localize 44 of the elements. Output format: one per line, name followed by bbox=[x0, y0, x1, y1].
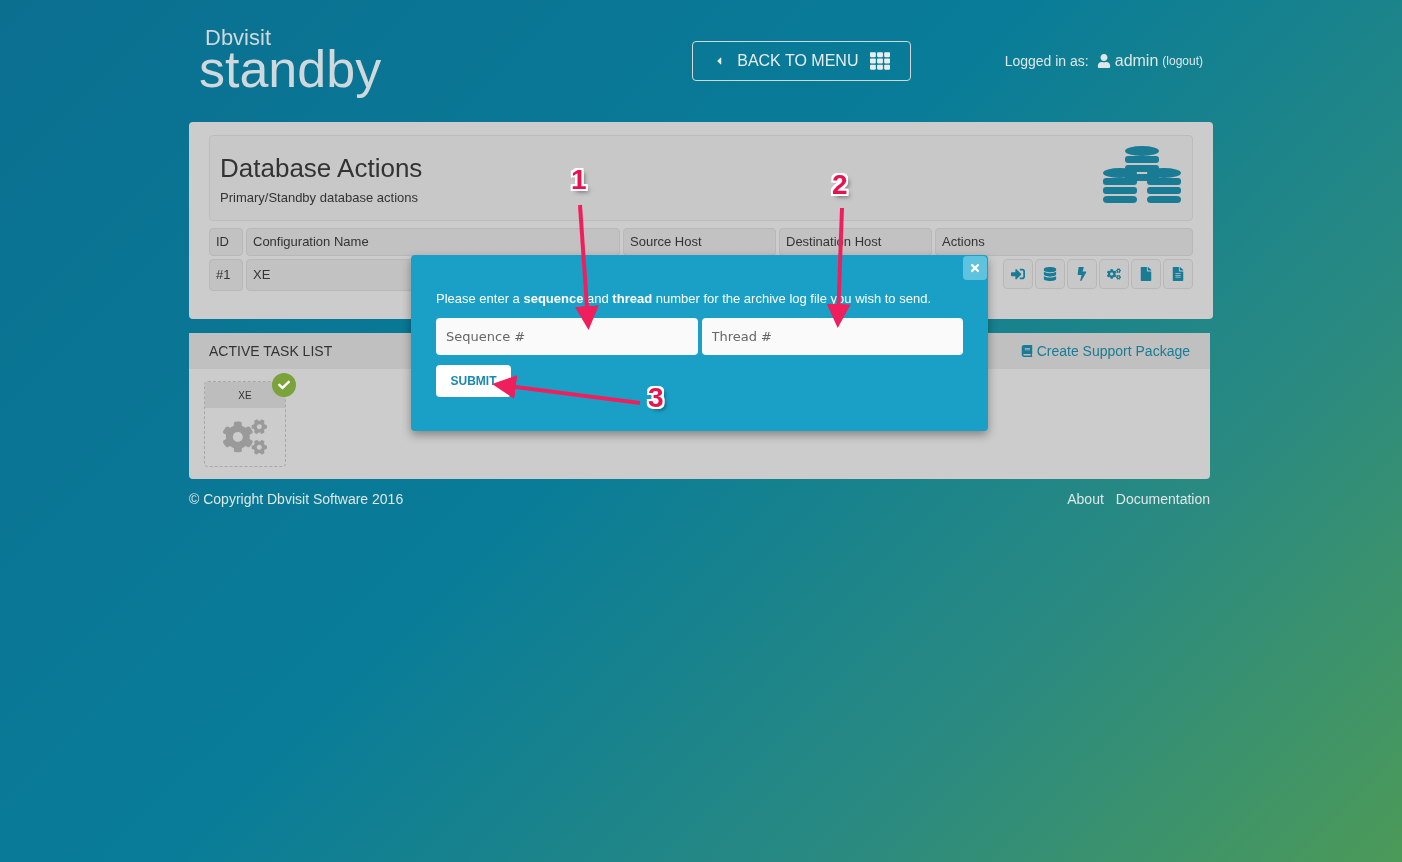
cogs-icon bbox=[1107, 267, 1121, 281]
bolt-icon bbox=[1075, 267, 1089, 281]
check-icon bbox=[278, 379, 290, 391]
column-header: Source Host bbox=[623, 228, 776, 256]
action-button[interactable] bbox=[1163, 259, 1193, 289]
copyright-text: © Copyright Dbvisit Software 2016 bbox=[189, 490, 404, 509]
file-icon bbox=[1139, 267, 1153, 281]
column-header: ID bbox=[209, 228, 243, 256]
footer-link[interactable]: Documentation bbox=[1115, 489, 1210, 510]
task-link[interactable]: Create Support Package bbox=[1020, 340, 1190, 362]
logo-small-text: Dbvisit bbox=[205, 27, 271, 49]
table-cell: #1 bbox=[209, 259, 243, 291]
logout-link[interactable]: (logout) bbox=[1162, 52, 1203, 70]
close-button[interactable] bbox=[963, 256, 987, 280]
close-icon bbox=[969, 262, 981, 274]
task-list-title: ACTIVE TASK LIST bbox=[209, 341, 333, 361]
action-button[interactable] bbox=[1099, 259, 1129, 289]
submit-button[interactable]: SUBMIT bbox=[436, 364, 511, 397]
input-field[interactable]: Sequence # bbox=[436, 317, 698, 355]
task-name: XE bbox=[205, 382, 285, 408]
username: admin bbox=[1114, 51, 1159, 71]
panel-title: Database Actions bbox=[220, 151, 423, 185]
annotation-number: 3 bbox=[648, 384, 664, 412]
annotation-number: 2 bbox=[832, 171, 848, 199]
action-button[interactable] bbox=[1003, 259, 1033, 289]
column-header: Actions bbox=[935, 228, 1193, 256]
cogs-icon bbox=[223, 417, 267, 457]
annotation-number: 1 bbox=[571, 166, 587, 194]
action-button[interactable] bbox=[1131, 259, 1161, 289]
column-header: Configuration Name bbox=[246, 228, 620, 256]
task-card[interactable]: XE bbox=[204, 381, 286, 467]
back-to-menu-button[interactable]: BACK TO MENU bbox=[692, 41, 912, 81]
grid-icon bbox=[870, 51, 891, 71]
panel-subtitle: Primary/Standby database actions bbox=[220, 188, 419, 207]
sign-in-icon bbox=[1011, 267, 1025, 281]
book-icon bbox=[1020, 345, 1033, 357]
database-icon bbox=[1043, 267, 1057, 281]
input-field[interactable]: Thread # bbox=[701, 317, 963, 355]
logged-in-label: Logged in as: bbox=[1004, 51, 1089, 71]
action-button[interactable] bbox=[1067, 259, 1097, 289]
document-icon bbox=[1171, 267, 1185, 281]
footer-link[interactable]: About bbox=[1067, 489, 1104, 510]
action-button[interactable] bbox=[1035, 259, 1065, 289]
user-icon bbox=[1096, 54, 1111, 68]
